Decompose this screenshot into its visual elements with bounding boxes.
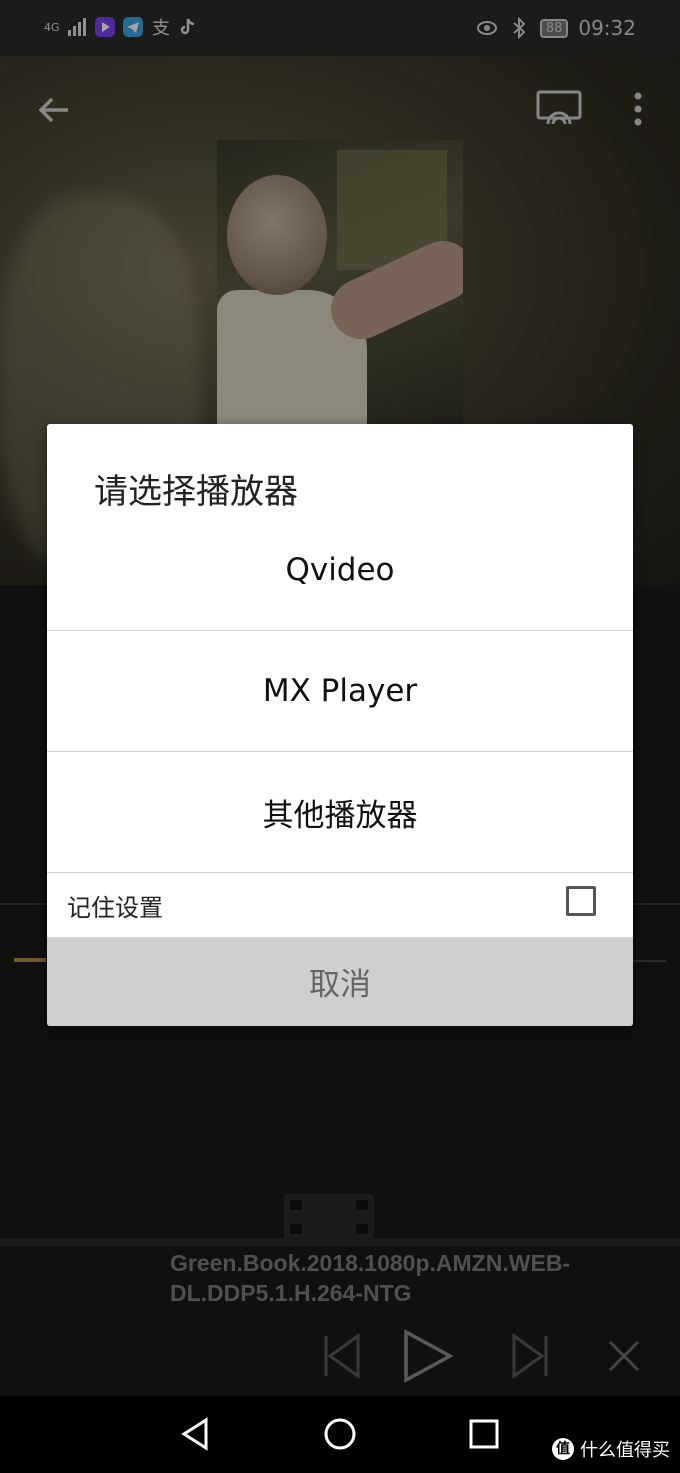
remember-setting-checkbox[interactable] xyxy=(566,886,596,916)
watermark-logo: 值 xyxy=(552,1438,574,1460)
watermark-text: 什么值得买 xyxy=(580,1440,670,1461)
home-circle-icon[interactable] xyxy=(320,1414,360,1454)
option-mx-player[interactable]: MX Player xyxy=(47,631,633,751)
remember-setting-row[interactable]: 记住设置 xyxy=(47,874,633,934)
option-divider xyxy=(47,872,633,873)
cancel-button[interactable]: 取消 xyxy=(47,937,633,1026)
remember-setting-label: 记住设置 xyxy=(67,894,163,922)
watermark: 值 什么值得买 xyxy=(552,1436,670,1462)
option-other-player[interactable]: 其他播放器 xyxy=(47,752,633,872)
back-triangle-icon[interactable] xyxy=(176,1414,216,1454)
option-qvideo[interactable]: Qvideo xyxy=(47,510,633,630)
dialog-title: 请选择播放器 xyxy=(94,472,298,512)
recents-square-icon[interactable] xyxy=(464,1414,504,1454)
player-chooser-dialog: 请选择播放器 Qvideo MX Player 其他播放器 记住设置 取消 xyxy=(47,424,633,1026)
